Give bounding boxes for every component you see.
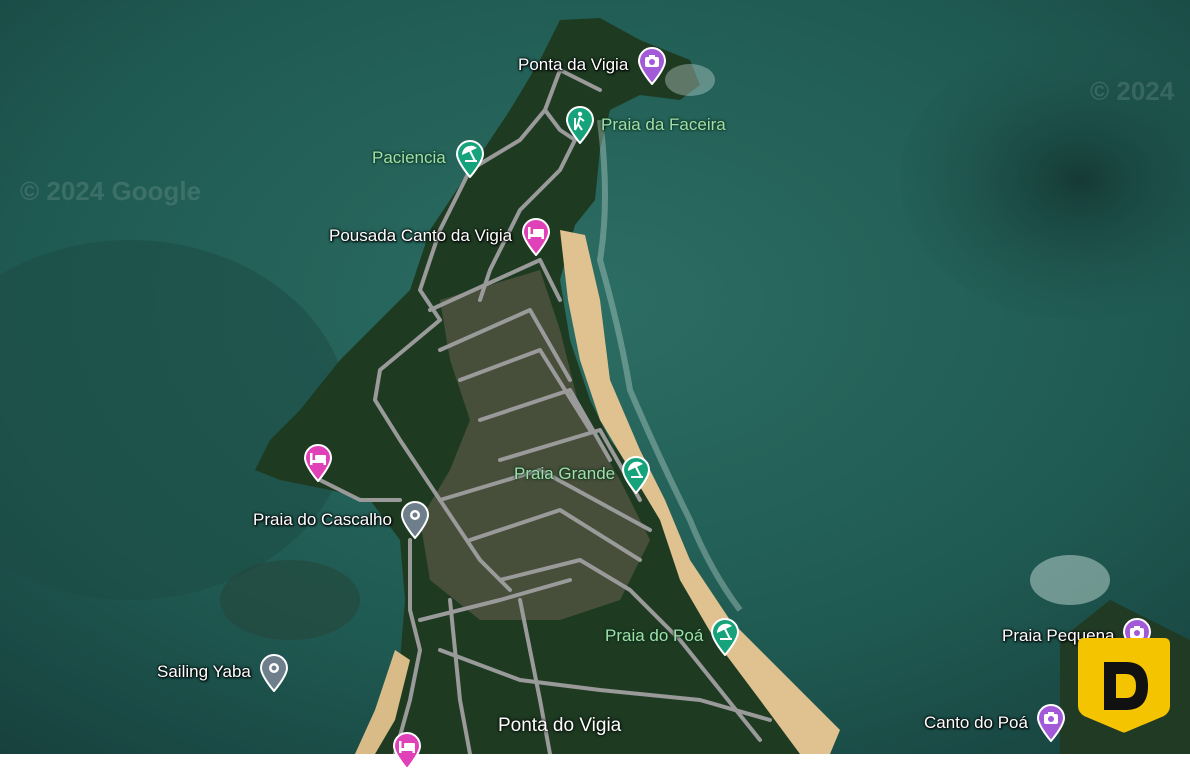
- place-label[interactable]: Praia do Poá: [605, 626, 703, 646]
- place-label[interactable]: Canto do Poá: [924, 713, 1028, 733]
- location-pin-icon[interactable]: [400, 501, 430, 539]
- map-watermark: © 2024: [1090, 76, 1175, 106]
- place-label[interactable]: Praia Grande: [514, 464, 615, 484]
- map-watermark: © 2024 Google: [20, 176, 201, 206]
- d-logo-badge-icon: [1078, 638, 1170, 733]
- place-label[interactable]: Ponta da Vigia: [518, 55, 628, 75]
- hotel-pin-icon[interactable]: [521, 218, 551, 256]
- place-label[interactable]: Sailing Yaba: [157, 662, 251, 682]
- place-label[interactable]: Praia do Cascalho: [253, 510, 392, 530]
- place-label[interactable]: Paciencia: [372, 148, 446, 168]
- beach-umbrella-pin-icon[interactable]: [455, 140, 485, 178]
- place-label[interactable]: Pousada Canto da Vigia: [329, 226, 512, 246]
- camera-pin-icon[interactable]: [1036, 704, 1066, 742]
- beach-umbrella-pin-icon[interactable]: [710, 618, 740, 656]
- hotel-pin-icon[interactable]: [303, 444, 333, 482]
- beach-umbrella-pin-icon[interactable]: [621, 456, 651, 494]
- area-label[interactable]: Ponta do Vigia: [498, 716, 621, 736]
- hotel-pin-icon[interactable]: [392, 732, 422, 770]
- hiking-pin-icon[interactable]: [565, 106, 595, 144]
- surf: [1030, 555, 1110, 605]
- reef: [220, 560, 360, 640]
- place-label[interactable]: Praia da Faceira: [601, 115, 726, 135]
- location-pin-icon[interactable]: [259, 654, 289, 692]
- camera-pin-icon[interactable]: [637, 47, 667, 85]
- surf: [665, 64, 715, 96]
